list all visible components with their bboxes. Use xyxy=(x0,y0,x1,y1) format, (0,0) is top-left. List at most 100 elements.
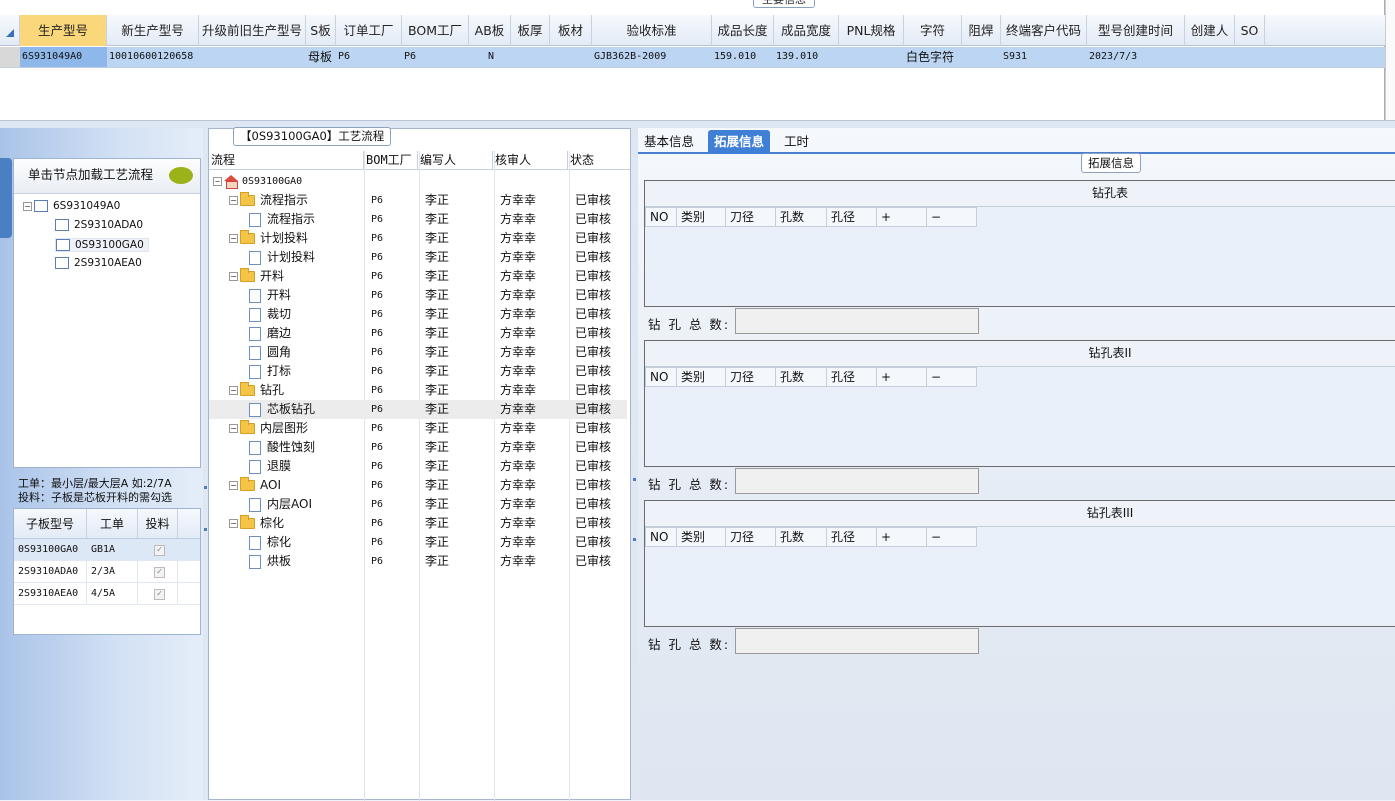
collapse-icon[interactable]: − xyxy=(23,201,32,211)
grid-corner[interactable] xyxy=(0,15,20,46)
process-row[interactable]: − AOI P6 李正 方幸幸 已审核 xyxy=(209,476,627,495)
col-header[interactable]: S板 xyxy=(306,15,336,46)
grid-cell[interactable]: 10010600120658 xyxy=(107,47,199,67)
drill-col-header[interactable]: − xyxy=(927,207,977,227)
table-row[interactable]: 0S93100GA0 GB1A ✓ xyxy=(14,539,200,561)
grid-cell[interactable]: 6S931049A0 xyxy=(20,47,107,67)
tab-work-hours[interactable]: 工时 xyxy=(778,130,815,154)
process-row[interactable]: 内层AOI P6 李正 方幸幸 已审核 xyxy=(209,495,627,514)
col-header[interactable]: SO xyxy=(1235,15,1265,46)
drill-col-header[interactable]: 孔数 xyxy=(776,367,827,387)
grid-cell[interactable] xyxy=(550,47,592,67)
left-side-tab[interactable] xyxy=(0,158,12,238)
col-flow[interactable]: 流程 xyxy=(209,151,364,169)
col-header[interactable]: AB板 xyxy=(469,15,511,46)
process-row[interactable]: 圆角 P6 李正 方幸幸 已审核 xyxy=(209,343,627,362)
col-feed[interactable]: 投料 xyxy=(138,509,178,538)
grid-cell[interactable] xyxy=(511,47,550,67)
horizontal-splitter[interactable] xyxy=(0,120,1395,128)
drill-col-header[interactable]: + xyxy=(877,207,927,227)
col-header[interactable]: 成品长度 xyxy=(712,15,774,46)
col-header[interactable]: PNL规格 xyxy=(839,15,904,46)
collapse-icon[interactable]: − xyxy=(229,481,238,490)
process-row[interactable]: 酸性蚀刻 P6 李正 方幸幸 已审核 xyxy=(209,438,627,457)
process-row[interactable]: − 计划投料 P6 李正 方幸幸 已审核 xyxy=(209,229,627,248)
col-header[interactable]: 成品宽度 xyxy=(774,15,839,46)
top-vertical-scrollbar[interactable] xyxy=(1385,0,1395,120)
drill-col-header[interactable]: 刀径 xyxy=(726,527,776,547)
grid-cell[interactable]: GJB362B-2009 xyxy=(592,47,712,67)
collapse-icon[interactable]: − xyxy=(229,519,238,528)
drill-col-header[interactable]: + xyxy=(877,527,927,547)
col-header[interactable]: 板厚 xyxy=(511,15,550,46)
col-header[interactable]: 字符 xyxy=(904,15,962,46)
process-row[interactable]: 裁切 P6 李正 方幸幸 已审核 xyxy=(209,305,627,324)
grid-cell[interactable] xyxy=(1235,47,1265,67)
col-header[interactable]: 终端客户代码 xyxy=(1001,15,1087,46)
grid-cell[interactable]: 159.010 xyxy=(712,47,774,67)
process-row[interactable]: 打标 P6 李正 方幸幸 已审核 xyxy=(209,362,627,381)
drill-col-header[interactable]: 刀径 xyxy=(726,367,776,387)
drill-col-header[interactable]: 孔径 xyxy=(827,527,877,547)
col-header[interactable]: 阻焊 xyxy=(962,15,1001,46)
collapse-icon[interactable]: − xyxy=(229,424,238,433)
col-writer[interactable]: 编写人 xyxy=(418,151,493,169)
grid-cell[interactable] xyxy=(839,47,904,67)
drill-col-header[interactable]: NO xyxy=(645,367,677,387)
col-subboard-model[interactable]: 子板型号 xyxy=(14,509,87,538)
grid-cell[interactable]: P6 xyxy=(336,47,402,67)
process-row[interactable]: 芯板钻孔 P6 李正 方幸幸 已审核 xyxy=(209,400,627,419)
process-row[interactable]: 退膜 P6 李正 方幸幸 已审核 xyxy=(209,457,627,476)
process-row[interactable]: − 钻孔 P6 李正 方幸幸 已审核 xyxy=(209,381,627,400)
col-header[interactable]: 生产型号 xyxy=(20,15,107,46)
tab-basic-info[interactable]: 基本信息 xyxy=(638,130,700,154)
table-row[interactable]: 2S9310ADA0 2/3A ✓ xyxy=(14,561,200,583)
process-row[interactable]: 棕化 P6 李正 方幸幸 已审核 xyxy=(209,533,627,552)
grid-cell[interactable] xyxy=(199,47,306,67)
main-info-tab[interactable]: 主要信息 xyxy=(753,0,815,8)
col-header[interactable]: 新生产型号 xyxy=(107,15,199,46)
drill-col-header[interactable]: 刀径 xyxy=(726,207,776,227)
col-header[interactable]: 验收标准 xyxy=(592,15,712,46)
row-indicator[interactable] xyxy=(0,47,20,67)
col-header[interactable]: 订单工厂 xyxy=(336,15,402,46)
col-reviewer[interactable]: 核审人 xyxy=(493,151,568,169)
drill-col-header[interactable]: 孔数 xyxy=(776,527,827,547)
col-header[interactable]: BOM工厂 xyxy=(402,15,469,46)
collapse-icon[interactable]: − xyxy=(229,234,238,243)
drill-col-header[interactable]: + xyxy=(877,367,927,387)
grid-cell[interactable]: 139.010 xyxy=(774,47,839,67)
process-row[interactable]: − 流程指示 P6 李正 方幸幸 已审核 xyxy=(209,191,627,210)
vertical-splitter-right[interactable] xyxy=(631,128,638,800)
col-status[interactable]: 状态 xyxy=(568,151,623,169)
col-order[interactable]: 工单 xyxy=(87,509,138,538)
grid-cell[interactable]: 2023/7/3 xyxy=(1087,47,1185,67)
process-row[interactable]: − 棕化 P6 李正 方幸幸 已审核 xyxy=(209,514,627,533)
collapse-icon[interactable]: − xyxy=(229,386,238,395)
comment-bubble-icon[interactable] xyxy=(169,167,193,184)
tree-node-root[interactable]: −6S931049A0 xyxy=(23,200,120,212)
drill-total-field[interactable] xyxy=(735,628,979,654)
process-row[interactable]: 计划投料 P6 李正 方幸幸 已审核 xyxy=(209,248,627,267)
feed-checkbox[interactable]: ✓ xyxy=(154,545,165,556)
grid-cell[interactable]: P6 xyxy=(402,47,469,67)
process-row[interactable]: 磨边 P6 李正 方幸幸 已审核 xyxy=(209,324,627,343)
table-row[interactable]: 2S9310AEA0 4/5A ✓ xyxy=(14,583,200,605)
col-header[interactable]: 型号创建时间 xyxy=(1087,15,1185,46)
col-header[interactable]: 板材 xyxy=(550,15,592,46)
drill-total-field[interactable] xyxy=(735,468,979,494)
process-row[interactable]: 流程指示 P6 李正 方幸幸 已审核 xyxy=(209,210,627,229)
drill-col-header[interactable]: NO xyxy=(645,527,677,547)
drill-col-header[interactable]: 类别 xyxy=(677,367,726,387)
tree-node-child[interactable]: 2S9310AEA0 xyxy=(55,257,142,269)
drill-col-header[interactable]: − xyxy=(927,367,977,387)
process-row[interactable]: 烘板 P6 李正 方幸幸 已审核 xyxy=(209,552,627,571)
drill-col-header[interactable]: 类别 xyxy=(677,527,726,547)
grid-cell[interactable]: 母板 xyxy=(306,47,336,67)
drill-col-header[interactable]: NO xyxy=(645,207,677,227)
grid-cell[interactable]: 白色字符 xyxy=(904,47,962,67)
process-row[interactable]: − 开料 P6 李正 方幸幸 已审核 xyxy=(209,267,627,286)
grid-cell[interactable]: N xyxy=(469,47,511,67)
drill-col-header[interactable]: 类别 xyxy=(677,207,726,227)
process-row[interactable]: 开料 P6 李正 方幸幸 已审核 xyxy=(209,286,627,305)
